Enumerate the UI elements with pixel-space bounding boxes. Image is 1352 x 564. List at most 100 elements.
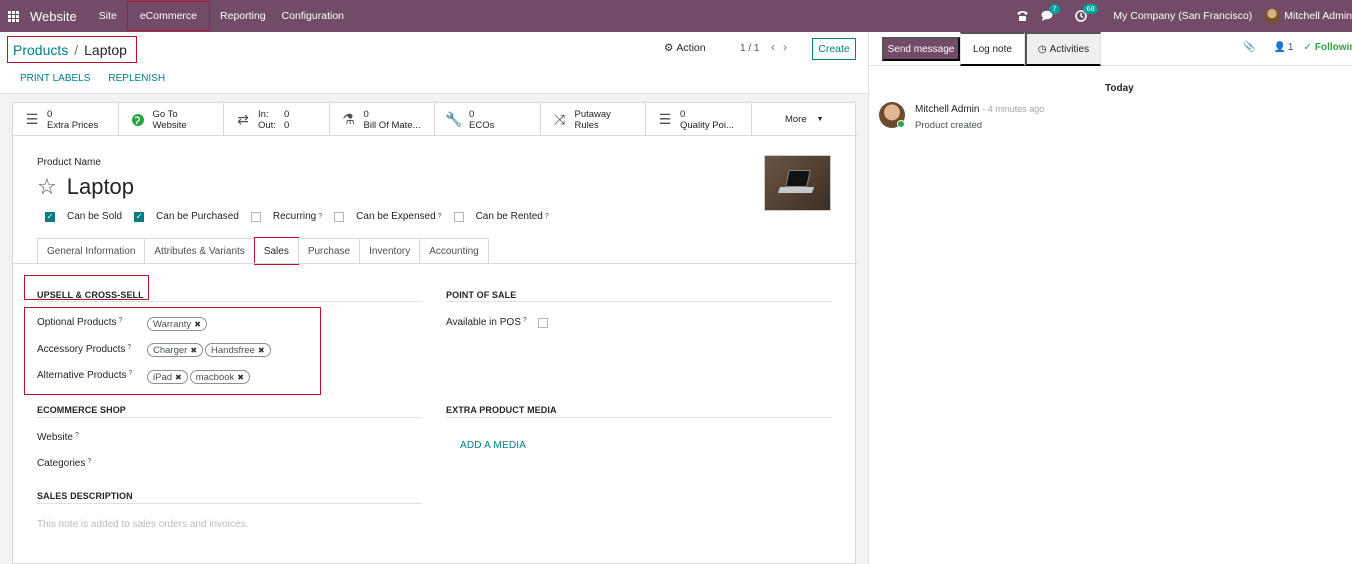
help-icon: ? [318, 213, 323, 220]
in-label: In: [258, 108, 269, 120]
smart-button-putaway-rules[interactable]: ⤨ Putaway Rules [541, 103, 646, 136]
upsell-section-title: UPSELL & CROSS-SELL [37, 290, 144, 300]
company-switcher[interactable]: My Company (San Francisco) [1113, 10, 1252, 22]
checkbox-label: Can be Expensed [356, 211, 436, 222]
user-menu[interactable]: Mitchell Admin [1264, 8, 1352, 24]
tab-general-information[interactable]: General Information [37, 238, 146, 264]
section-divider [37, 301, 422, 302]
remove-tag-icon[interactable]: ✖ [237, 373, 244, 382]
menu-reporting[interactable]: Reporting [212, 0, 274, 32]
transfer-arrows-icon: ⇄ [237, 111, 249, 127]
breadcrumb-products-link[interactable]: Products [13, 42, 68, 58]
control-panel: Products / Laptop ⚙ Action 1 / 1 ‹ › Cre… [0, 32, 868, 94]
paperclip-icon[interactable]: 📎 [1243, 42, 1255, 53]
add-media-button[interactable]: ADD A MEDIA [460, 440, 526, 451]
pager-next-icon[interactable]: › [783, 40, 787, 54]
author-name[interactable]: Mitchell Admin [915, 104, 979, 115]
favorite-star-icon[interactable]: ☆ [37, 176, 57, 198]
message-author: Mitchell Admin - 4 minutes ago [915, 104, 1044, 115]
tab-accounting[interactable]: Accounting [419, 238, 489, 264]
checkbox-can-be-rented[interactable]: Can be Rented? [453, 211, 549, 222]
checkbox-empty-icon[interactable] [334, 211, 345, 222]
remove-tag-icon[interactable]: ✖ [194, 320, 201, 329]
available-in-pos-label: Available in POS? [446, 317, 527, 328]
smart-button-quality-points[interactable]: ☰ 0 Quality Poi... [646, 103, 752, 136]
alternative-products-label: Alternative Products? [37, 370, 133, 381]
create-button[interactable]: Create [812, 38, 856, 60]
available-in-pos-checkbox[interactable] [538, 318, 548, 328]
menu-site[interactable]: Site [91, 0, 125, 32]
in-value: 0 [284, 108, 290, 120]
smart-button-more[interactable]: More ▼ [752, 103, 858, 136]
menu-configuration[interactable]: Configuration [274, 0, 352, 32]
tag-macbook: macbook ✖ [189, 370, 250, 384]
categories-field-label: Categories? [37, 458, 92, 469]
checkbox-empty-icon[interactable] [250, 211, 261, 222]
menu-ecommerce[interactable]: eCommerce [126, 1, 211, 31]
top-navbar: Website Site eCommerce Reporting Configu… [0, 0, 1352, 32]
sales-description-input[interactable]: This note is added to sales orders and i… [37, 519, 248, 530]
smart-button-bill-of-materials[interactable]: ⚗ 0 Bill Of Mate... [330, 103, 435, 136]
tag-handsfree: Handsfree ✖ [205, 343, 271, 357]
bom-count: 0 [363, 108, 369, 120]
ecos-label: ECOs [469, 119, 495, 131]
activities-clock-icon[interactable]: 68 [1075, 4, 1098, 22]
smart-button-in-out[interactable]: ⇄ In: 0 Out: 0 [224, 103, 330, 136]
following-label: Following [1314, 42, 1352, 53]
list-icon: ☰ [658, 111, 672, 127]
message-time: - 4 minutes ago [982, 104, 1045, 114]
app-brand[interactable]: Website [30, 9, 77, 24]
checkbox-can-be-sold[interactable]: ✓ Can be Sold [45, 211, 122, 222]
checkbox-can-be-purchased[interactable]: ✓ Can be Purchased [134, 211, 239, 222]
alternative-products-field[interactable]: iPad ✖ macbook ✖ [147, 370, 250, 384]
send-message-button[interactable]: Send message [882, 37, 960, 61]
tab-attributes-variants[interactable]: Attributes & Variants [144, 238, 255, 264]
replenish-button[interactable]: REPLENISH [108, 73, 165, 84]
out-label: Out: [258, 119, 276, 131]
chatter-topbar: Send message Log note ◷ Activities 📎 👤 1 ✓… [869, 32, 1352, 66]
optional-products-field[interactable]: Warranty ✖ [147, 317, 207, 331]
product-image[interactable] [764, 155, 831, 211]
messages-icon[interactable]: 7 [1041, 4, 1060, 22]
tab-inventory[interactable]: Inventory [359, 238, 421, 264]
check-icon: ✓ [1303, 42, 1312, 53]
remove-tag-icon[interactable]: ✖ [258, 346, 265, 355]
help-icon: ? [544, 213, 549, 220]
product-name-field[interactable]: Laptop [67, 174, 134, 200]
apps-menu-icon[interactable] [8, 10, 30, 22]
pager-previous-icon[interactable]: ‹ [771, 40, 775, 54]
smart-button-ecos[interactable]: 🔧 0 ECOs [435, 103, 541, 136]
globe-icon [129, 113, 147, 127]
activities-button[interactable]: ◷ Activities [1025, 32, 1101, 66]
phone-icon[interactable] [1016, 10, 1029, 22]
checkbox-checked-icon[interactable]: ✓ [134, 211, 145, 222]
accessory-products-field[interactable]: Charger ✖ Handsfree ✖ [147, 343, 271, 357]
smart-button-go-to-website[interactable]: Go To Website [119, 103, 224, 136]
user-name: Mitchell Admin [1284, 10, 1352, 22]
breadcrumb-separator: / [74, 41, 79, 58]
checkbox-empty-icon[interactable] [453, 211, 464, 222]
smart-button-extra-prices[interactable]: ☰ 0 Extra Prices [13, 103, 119, 136]
action-menu[interactable]: ⚙ Action [664, 42, 706, 54]
following-button[interactable]: ✓Following [1303, 42, 1352, 53]
checkbox-can-be-expensed[interactable]: Can be Expensed? [334, 211, 442, 222]
remove-tag-icon[interactable]: ✖ [190, 346, 197, 355]
breadcrumb: Products / Laptop [7, 36, 137, 63]
today-separator: Today [1105, 83, 1134, 94]
form-sheet: ☰ 0 Extra Prices Go To Website ⇄ In: 0 Out:… [12, 102, 857, 564]
checkbox-recurring[interactable]: Recurring? [250, 211, 323, 222]
optional-products-label: Optional Products? [37, 317, 123, 328]
activities-label: Activities [1049, 43, 1090, 55]
smart-buttons: ☰ 0 Extra Prices Go To Website ⇄ In: 0 Out:… [13, 103, 857, 136]
remove-tag-icon[interactable]: ✖ [175, 373, 182, 382]
activities-badge: 68 [1083, 4, 1098, 14]
tab-sales[interactable]: Sales [253, 237, 299, 265]
checkbox-checked-icon[interactable]: ✓ [45, 211, 55, 222]
log-note-button[interactable]: Log note [960, 32, 1025, 66]
checkbox-label: Can be Sold [67, 211, 123, 222]
print-labels-button[interactable]: PRINT LABELS [20, 73, 90, 84]
tab-purchase[interactable]: Purchase [297, 238, 361, 264]
followers-button[interactable]: 👤 1 [1273, 42, 1293, 53]
messages-badge: 7 [1049, 4, 1060, 14]
ecommerce-section-title: ECOMMERCE SHOP [37, 405, 126, 415]
